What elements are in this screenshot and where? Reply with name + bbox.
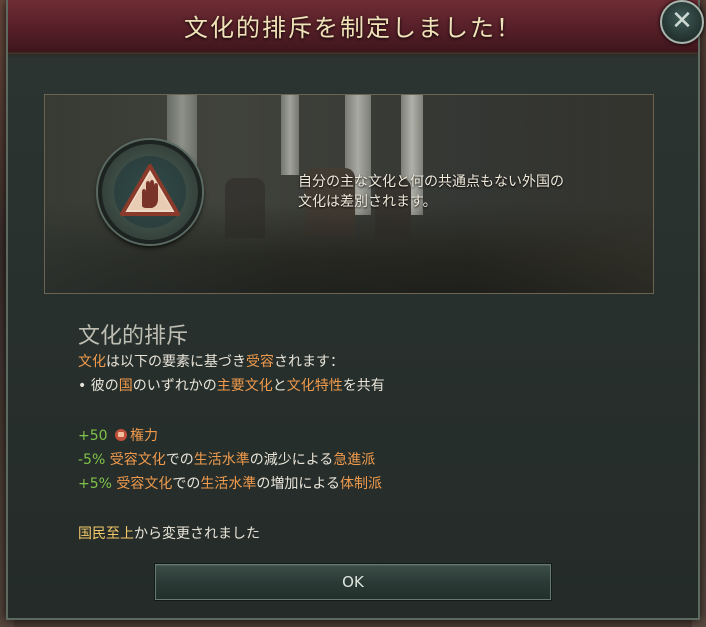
changed-from: 国民至上から変更されました — [78, 526, 260, 542]
law-description: 自分の主な文化と何の共通点もない外国の 文化は差別されます。 — [298, 172, 638, 212]
acceptance-rule: 文化は以下の要素に基づき受容されます： — [78, 354, 344, 370]
effect-radicals: -5% 受容文化での生活水準の減少による急進派 — [78, 452, 376, 468]
culture-link[interactable]: 文化 — [78, 354, 106, 370]
raised-hand-warning-icon — [98, 140, 202, 244]
dialog-title: 文化的排斥を制定しました！ — [184, 14, 522, 42]
effect-power: +50 権力 — [78, 426, 158, 446]
law-description-line-2: 文化は差別されます。 — [298, 194, 437, 210]
effect-loyalists: +5% 受容文化での生活水準の増加による体制派 — [78, 476, 382, 492]
loyalists-link[interactable]: 体制派 — [340, 476, 382, 492]
effect-value: +50 — [78, 428, 108, 444]
previous-law-link[interactable]: 国民至上 — [78, 526, 134, 542]
dialog-header: 文化的排斥を制定しました！ — [8, 0, 698, 54]
accepted-culture-link[interactable]: 受容文化 — [116, 476, 172, 492]
standard-of-living-link[interactable]: 生活水準 — [200, 476, 256, 492]
effect-value: +5% — [78, 476, 112, 492]
ok-button[interactable]: OK — [155, 564, 551, 600]
accepted-culture-link[interactable]: 受容文化 — [110, 452, 166, 468]
effect-value: -5% — [78, 452, 106, 468]
header-shadow — [8, 52, 698, 58]
law-name: 文化的排斥 — [78, 324, 189, 349]
acceptance-bullet: • 彼の国のいずれかの主要文化と文化特性を共有 — [78, 378, 385, 394]
standard-of-living-link[interactable]: 生活水準 — [194, 452, 250, 468]
close-x-icon: ✕ — [671, 6, 693, 36]
radicals-link[interactable]: 急進派 — [333, 452, 375, 468]
primary-culture-link[interactable]: 主要文化 — [217, 378, 273, 394]
cultural-trait-link[interactable]: 文化特性 — [287, 378, 343, 394]
law-description-line-1: 自分の主な文化と何の共通点もない外国の — [298, 174, 564, 190]
power-fist-icon — [115, 429, 127, 441]
close-button[interactable]: ✕ — [660, 0, 704, 44]
country-link[interactable]: 国 — [119, 378, 133, 394]
power-link[interactable]: 権力 — [130, 428, 158, 444]
acceptance-link[interactable]: 受容 — [246, 354, 274, 370]
